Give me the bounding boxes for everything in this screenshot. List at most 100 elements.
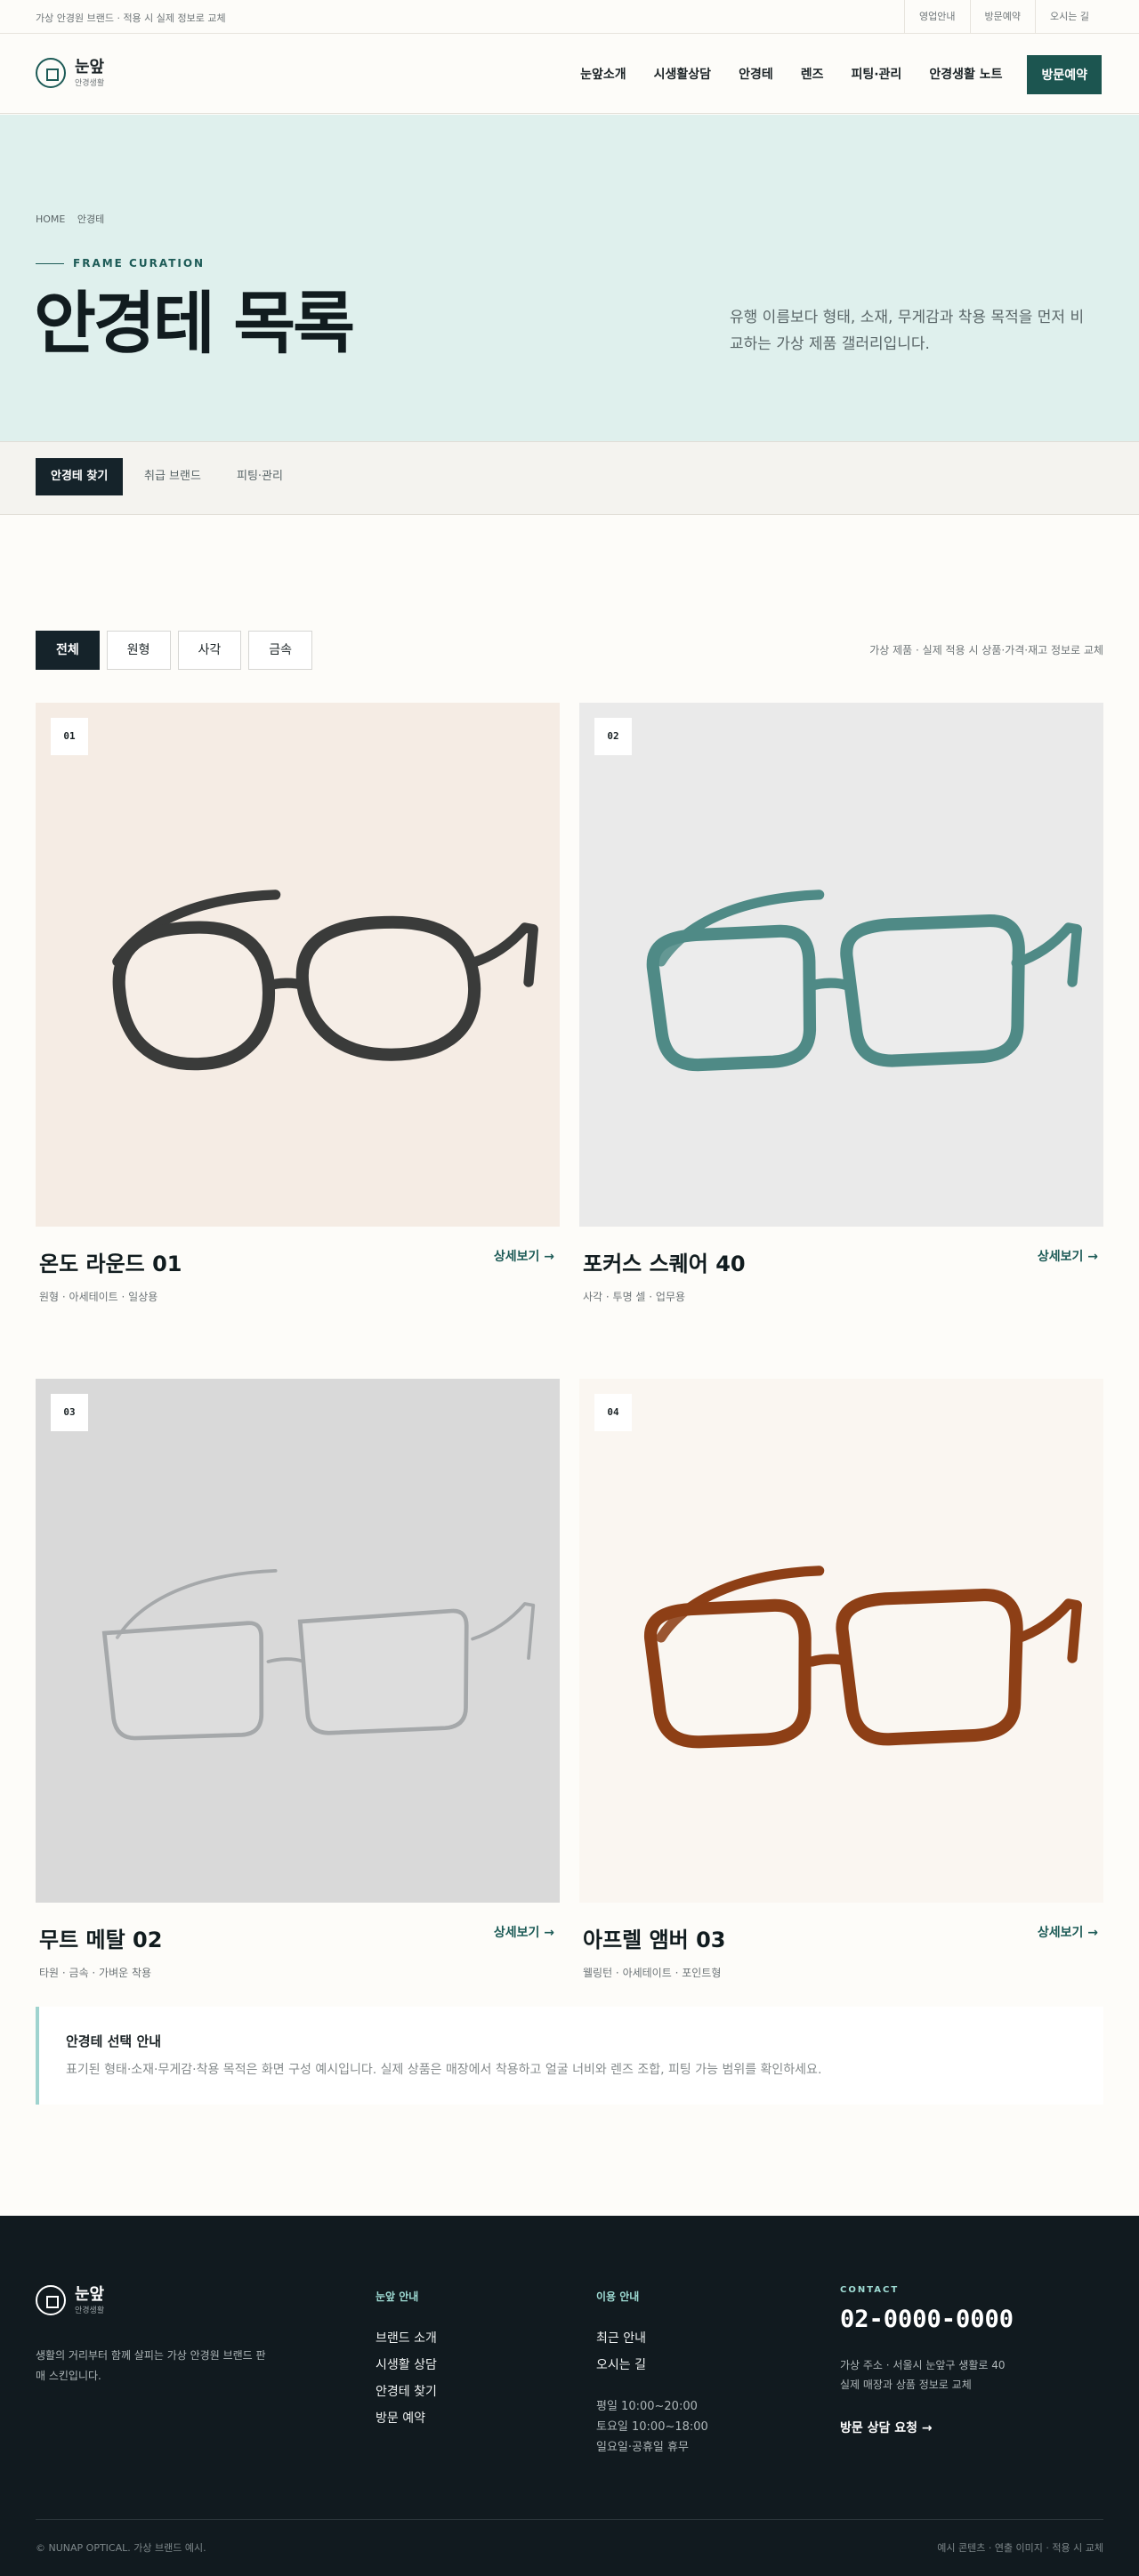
site-footer: 눈앞 안경생활 생활의 거리부터 함께 살피는 가상 안경원 브랜드 판매 스킨… [0, 2216, 1139, 2576]
footer-col-brand-title: 눈앞 안내 [376, 2290, 419, 2303]
logo-name: 눈앞 [75, 57, 105, 76]
left-lens [644, 1598, 812, 1749]
product-detail-link[interactable]: 상세보기 → [1038, 1247, 1098, 1265]
product-name[interactable]: 무트 메탈 02 [39, 1922, 162, 1953]
hero-section: HOME 안경테 FRAME CURATION 안경테 목록 유행 이름보다 형… [0, 115, 1139, 441]
filter-metal[interactable]: 금속 [248, 631, 313, 670]
nav-vision-consult[interactable]: 시생활상담 [654, 56, 711, 93]
filter-note: 가상 제품 · 실제 적용 시 상품·가격·재고 정보로 교체 [869, 644, 1103, 656]
eyeglasses-illustration [644, 1566, 1082, 1749]
hero-description: 유행 이름보다 형태, 소재, 무게감과 착용 목적을 먼저 비교하는 가상 제… [730, 309, 1085, 353]
footer-col-usage-title: 이용 안내 [596, 2290, 640, 2303]
product-card[interactable]: 01 온도 라운드 01 원형 · 아세테이트 · 일상용 상세보기 → [36, 703, 560, 1303]
hours-closed: 일요일·공휴일 휴무 [596, 2441, 689, 2454]
left-lens [101, 1621, 264, 1741]
tab-find-frames[interactable]: 안경테 찾기 [36, 458, 124, 495]
top-link-directions[interactable]: 오시는 길 [1035, 0, 1103, 34]
right-lens [840, 914, 1025, 1067]
top-notice: 가상 안경원 브랜드 · 적용 시 실제 정보로 교체 [36, 12, 226, 24]
visit-consult-link[interactable]: 방문 상담 요청 → [840, 2419, 933, 2436]
tab-brands[interactable]: 취급 브랜드 [144, 458, 201, 495]
nav-notes[interactable]: 안경생활 노트 [929, 56, 1002, 93]
top-info-bar: 가상 안경원 브랜드 · 적용 시 실제 정보로 교체 영업안내 방문예약 오시… [0, 0, 1139, 34]
product-image[interactable]: 01 [36, 703, 560, 1227]
product-card[interactable]: 02 포커스 스퀘어 40 사각 · 투명 셀 · 업무용 상세보기 → [579, 703, 1103, 1303]
product-image[interactable]: 03 [36, 1379, 560, 1903]
logo-mark-icon [36, 58, 66, 88]
product-number-badge: 02 [594, 718, 632, 755]
footer-link-consult[interactable]: 시생활 상담 [376, 2355, 437, 2373]
guide-title: 안경테 선택 안내 [66, 2033, 162, 2049]
copyright: © NUNAP OPTICAL. 가상 브랜드 예시. [36, 2542, 206, 2554]
eyebrow: FRAME CURATION [36, 257, 205, 270]
eyebrow-line [36, 262, 64, 264]
footer-link-frames[interactable]: 안경테 찾기 [376, 2382, 437, 2400]
visit-reservation-button[interactable]: 방문예약 [1027, 55, 1102, 94]
eyeglasses-illustration [101, 1568, 536, 1741]
right-temple [471, 1602, 536, 1660]
product-detail-link[interactable]: 상세보기 → [1038, 1923, 1098, 1941]
nav-fitting[interactable]: 피팅·관리 [851, 56, 901, 93]
address-note: 실제 매장과 상품 정보로 교체 [840, 2379, 972, 2391]
footer-logo-name: 눈앞 [75, 2284, 105, 2304]
product-detail-link[interactable]: 상세보기 → [494, 1923, 554, 1941]
eyeglasses-illustration [646, 890, 1082, 1072]
guide-text: 표기된 형태·소재·무게감·착용 목적은 화면 구성 예시입니다. 실제 상품은… [66, 2063, 822, 2077]
product-detail-link[interactable]: 상세보기 → [494, 1247, 554, 1265]
eyeglasses-illustration [112, 890, 538, 1071]
top-links: 영업안내 방문예약 오시는 길 [904, 0, 1103, 34]
right-temple [467, 922, 538, 987]
hours-weekday: 평일 10:00~20:00 [596, 2400, 698, 2413]
footer-link-directions[interactable]: 오시는 길 [596, 2355, 646, 2373]
logo-sub: 안경생활 [75, 78, 105, 88]
product-card[interactable]: 03 무트 메탈 02 타원 · 금속 · 가벼운 착용 상세보기 → [36, 1379, 560, 1979]
breadcrumb: HOME 안경테 [36, 212, 113, 226]
address-line: 가상 주소 · 서울시 눈앞구 생활로 40 [840, 2359, 1006, 2371]
footer-link-notice[interactable]: 최근 안내 [596, 2329, 646, 2347]
filter-round[interactable]: 원형 [106, 631, 171, 670]
product-tags: 웰링턴 · 아세테이트 · 포인트형 [583, 1967, 722, 1979]
breadcrumb-current: 안경테 [77, 213, 105, 225]
footer-link-brand[interactable]: 브랜드 소개 [376, 2329, 437, 2347]
right-lens [297, 1608, 469, 1735]
footer-link-reservation[interactable]: 방문 예약 [376, 2409, 425, 2427]
footer-address: 가상 주소 · 서울시 눈앞구 생활로 40 실제 매장과 상품 정보로 교체 [840, 2355, 1006, 2395]
contact-label: CONTACT [840, 2285, 900, 2295]
footer-divider [36, 2519, 1103, 2520]
bridge [266, 1657, 305, 1663]
product-tags: 원형 · 아세테이트 · 일상용 [39, 1291, 158, 1303]
product-card[interactable]: 04 아프렐 앰버 03 웰링턴 · 아세테이트 · 포인트형 상세보기 → [579, 1379, 1103, 1979]
product-image[interactable]: 04 [579, 1379, 1103, 1903]
right-lens [836, 1589, 1023, 1746]
nav-frames[interactable]: 안경테 [739, 56, 773, 93]
hours-saturday: 토요일 10:00~18:00 [596, 2420, 708, 2434]
right-lens [295, 915, 481, 1061]
tab-fitting[interactable]: 피팅·관리 [237, 458, 283, 495]
footer-logo[interactable]: 눈앞 안경생활 [36, 2285, 104, 2315]
filter-square[interactable]: 사각 [177, 631, 242, 670]
breadcrumb-home[interactable]: HOME [36, 213, 65, 225]
logo-mark-icon [36, 2285, 66, 2315]
shape-filters: 전체 원형 사각 금속 [36, 631, 319, 670]
phone-number[interactable]: 02-0000-0000 [840, 2306, 1014, 2333]
product-name[interactable]: 아프렐 앰버 03 [583, 1922, 726, 1953]
filter-all[interactable]: 전체 [36, 631, 100, 670]
nav-lenses[interactable]: 렌즈 [801, 56, 824, 93]
product-number-badge: 03 [51, 1394, 88, 1431]
top-link-hours[interactable]: 영업안내 [904, 0, 969, 34]
frame-guide-box: 안경테 선택 안내 표기된 형태·소재·무게감·착용 목적은 화면 구성 예시입… [36, 2007, 1103, 2105]
nav-about[interactable]: 눈앞소개 [580, 56, 626, 93]
footer-hours: 평일 10:00~20:00 토요일 10:00~18:00 일요일·공휴일 휴… [596, 2396, 708, 2458]
right-temple [1011, 1598, 1082, 1663]
logo[interactable]: 눈앞 안경생활 [36, 58, 104, 88]
left-lens [112, 921, 276, 1071]
product-image[interactable]: 02 [579, 703, 1103, 1227]
footer-logo-sub: 안경생활 [75, 2306, 105, 2315]
main-nav: 눈앞소개 시생활상담 안경테 렌즈 피팅·관리 안경생활 노트 방문예약 [553, 55, 1102, 94]
eyebrow-text: FRAME CURATION [73, 257, 206, 270]
product-number-badge: 04 [594, 1394, 632, 1431]
site-header: 눈앞 안경생활 눈앞소개 시생활상담 안경테 렌즈 피팅·관리 안경생활 노트 … [0, 34, 1139, 114]
product-name[interactable]: 포커스 스퀘어 40 [583, 1246, 746, 1277]
product-name[interactable]: 온도 라운드 01 [39, 1246, 182, 1277]
top-link-reservation[interactable]: 방문예약 [969, 0, 1035, 34]
